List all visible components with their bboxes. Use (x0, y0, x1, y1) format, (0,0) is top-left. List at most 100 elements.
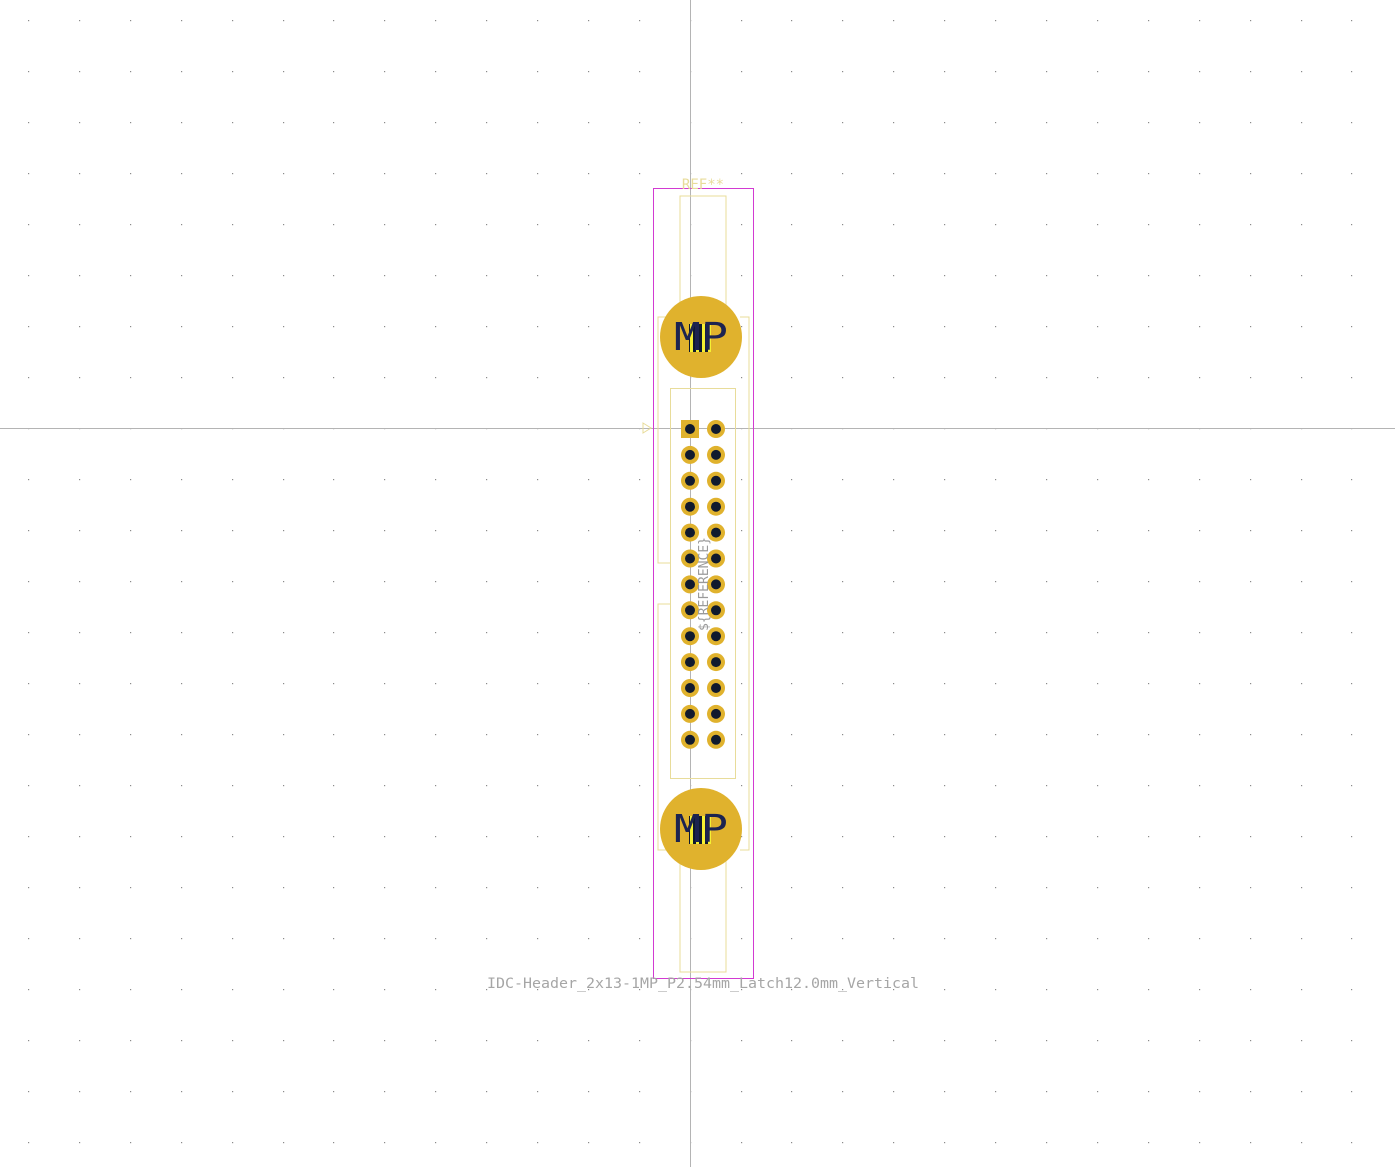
grid-dot (1351, 530, 1353, 532)
grid-dot (791, 836, 793, 838)
grid-dot (1301, 683, 1303, 685)
pin-pad-4[interactable] (707, 445, 725, 464)
grid-dot (995, 887, 997, 889)
grid-dot (232, 1040, 234, 1042)
grid-dot (1097, 989, 1099, 991)
grid-dot (842, 326, 844, 328)
grid-dot (181, 122, 183, 124)
pin-pad-24[interactable] (707, 704, 725, 723)
grid-dot (537, 530, 539, 532)
pin-pad-23[interactable] (681, 704, 699, 723)
grid-dot (384, 785, 386, 787)
grid-dot (1097, 938, 1099, 940)
grid-dot (995, 275, 997, 277)
grid-dot (28, 734, 30, 736)
grid-dot (791, 530, 793, 532)
pin-pad-20[interactable] (707, 653, 725, 672)
grid-dot (1301, 173, 1303, 175)
grid-dot (130, 1142, 132, 1144)
grid-dot (893, 581, 895, 583)
grid-dot (1097, 224, 1099, 226)
grid-dot (588, 1040, 590, 1042)
grid-dot (1097, 632, 1099, 634)
grid-dot (1351, 479, 1353, 481)
grid-dot (1250, 479, 1252, 481)
grid-dot (944, 479, 946, 481)
pin-pad-7[interactable] (681, 497, 699, 516)
pin-pad-19[interactable] (681, 653, 699, 672)
grid-dot (28, 173, 30, 175)
grid-dot (537, 122, 539, 124)
pin-pad-1[interactable] (681, 420, 699, 438)
grid-dot (588, 275, 590, 277)
grid-dot (639, 530, 641, 532)
grid-dot (1250, 632, 1252, 634)
grid-dot (384, 122, 386, 124)
grid-dot (1148, 122, 1150, 124)
pin-pad-25[interactable] (681, 730, 699, 749)
grid-dot (435, 173, 437, 175)
body-outline-right (740, 316, 750, 851)
pin-pad-3[interactable] (681, 445, 699, 464)
grid-dot (1148, 377, 1150, 379)
grid-dot (181, 785, 183, 787)
grid-dot (1097, 581, 1099, 583)
grid-dot (741, 581, 743, 583)
mounting-pad-bottom[interactable]: MP (660, 788, 742, 870)
grid-dot (741, 224, 743, 226)
grid-dot (741, 734, 743, 736)
grid-dot (1199, 734, 1201, 736)
grid-dot (1199, 1091, 1201, 1093)
grid-dot (893, 377, 895, 379)
mounting-pad-top[interactable]: MP (660, 296, 742, 378)
pin-pad-2[interactable] (707, 420, 725, 438)
grid-dot (1046, 1091, 1048, 1093)
grid-dot (1097, 20, 1099, 22)
pin-pad-21[interactable] (681, 679, 699, 697)
grid-dot (232, 122, 234, 124)
pin-pad-22[interactable] (707, 679, 725, 697)
grid-dot (1199, 938, 1201, 940)
grid-dot (537, 173, 539, 175)
grid-dot (130, 479, 132, 481)
grid-dot (842, 224, 844, 226)
grid-dot (79, 275, 81, 277)
grid-dot (435, 989, 437, 991)
grid-dot (537, 479, 539, 481)
grid-dot (1199, 1040, 1201, 1042)
grid-dot (333, 224, 335, 226)
grid-dot (944, 1091, 946, 1093)
grid-dot (1351, 224, 1353, 226)
grid-dot (1250, 938, 1252, 940)
grid-dot (79, 989, 81, 991)
grid-dot (639, 71, 641, 73)
pin-drill-hole (685, 424, 695, 434)
grid-dot (1046, 122, 1048, 124)
grid-dot (283, 1142, 285, 1144)
grid-dot (79, 683, 81, 685)
pin-pad-6[interactable] (707, 471, 725, 490)
grid-dot (181, 887, 183, 889)
grid-dot (1046, 71, 1048, 73)
grid-dot (28, 581, 30, 583)
grid-dot (333, 836, 335, 838)
grid-dot (588, 530, 590, 532)
pcb-footprint-canvas[interactable]: REF** MP MP ${REFERENCE} IDC-Header_2x13… (0, 0, 1395, 1167)
grid-dot (741, 1040, 743, 1042)
grid-dot (232, 938, 234, 940)
grid-dot (333, 938, 335, 940)
grid-dot (1301, 836, 1303, 838)
grid-dot (486, 377, 488, 379)
grid-dot (435, 1091, 437, 1093)
grid-dot (944, 1040, 946, 1042)
grid-dot (588, 683, 590, 685)
pin-pad-5[interactable] (681, 471, 699, 490)
pin-pad-8[interactable] (707, 497, 725, 516)
grid-dot (1301, 989, 1303, 991)
grid-dot (232, 275, 234, 277)
grid-dot (639, 734, 641, 736)
grid-dot (79, 581, 81, 583)
grid-dot (232, 377, 234, 379)
pin-pad-26[interactable] (707, 730, 725, 749)
grid-dot (1250, 785, 1252, 787)
